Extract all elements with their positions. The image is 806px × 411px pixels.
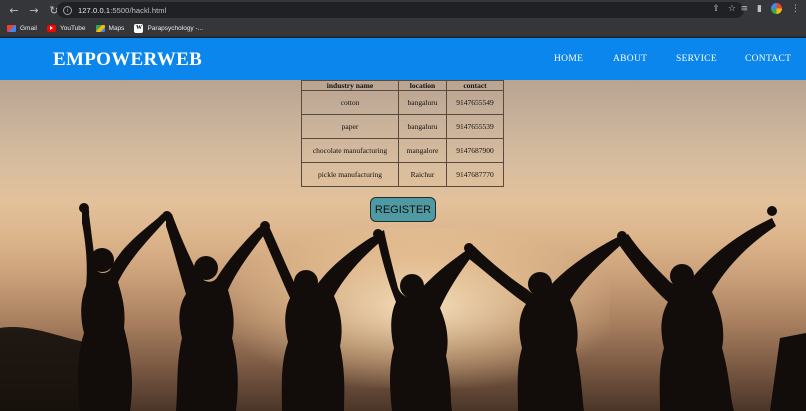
register-button[interactable]: REGISTER [370,197,436,222]
column-header-contact: contact [446,80,504,91]
bookmark-gmail[interactable]: Gmail [7,24,37,32]
nav-home-link[interactable]: HOME [554,54,583,64]
table-header-row: industry name location contact [301,80,504,91]
menu-kebab-icon[interactable]: ⋮ [791,4,800,14]
bookmark-maps[interactable]: Maps [95,24,125,32]
cell-industry-name: paper [301,114,399,139]
table-row: pickle manufacturing Raichur 9147687770 [301,162,504,187]
cell-industry-name: cotton [301,90,399,115]
bookmark-youtube[interactable]: YouTube [46,24,86,32]
bookmark-label: YouTube [59,24,86,32]
profile-avatar[interactable] [771,3,782,14]
cell-location: Raichur [398,162,447,187]
gmail-icon [7,24,16,32]
url-path: :5500/hackl.html [110,5,167,15]
cell-location: bangaluru [398,90,447,115]
bookmark-label: Parapsychology -... [147,24,204,32]
cell-industry-name: pickle manufacturing [301,162,399,187]
cell-contact: 9147655549 [446,90,504,115]
url-host: 127.0.0.1 [78,5,111,15]
web-page: EMPOWERWEB HOME ABOUT SERVICE CONTACT in… [0,38,806,411]
cell-location: bangaluru [398,114,447,139]
bookmarks-bar: Gmail YouTube Maps W Parapsychology -... [0,20,806,37]
bookmark-label: Gmail [20,24,37,32]
bookmark-label: Maps [108,24,125,32]
column-header-industry-name: industry name [301,80,399,91]
address-bar[interactable]: i 127.0.0.1:5500/hackl.html ⇪ ☆ [57,2,744,18]
nav-contact-link[interactable]: CONTACT [745,54,791,64]
cell-contact: 9147655539 [446,114,504,139]
industry-table: industry name location contact cotton ba… [301,80,504,187]
table-row: paper bangaluru 9147655539 [301,114,504,139]
nav-service-link[interactable]: SERVICE [676,54,717,64]
table-row: cotton bangaluru 9147655549 [301,90,504,115]
reading-list-icon[interactable]: ≡ [741,4,749,14]
side-panel-icon[interactable]: ▮ [757,4,762,14]
bookmark-parapsychology[interactable]: W Parapsychology -... [134,23,204,33]
cell-contact: 9147687900 [446,138,504,163]
url-text: 127.0.0.1:5500/hackl.html [78,6,166,15]
cell-location: mangalore [398,138,447,163]
bookmark-star-icon[interactable]: ☆ [728,4,736,14]
wikipedia-icon: W [134,23,144,33]
column-header-location: location [398,80,447,91]
forward-arrow-icon[interactable]: → [26,2,42,18]
cell-contact: 9147687770 [446,162,504,187]
share-icon[interactable]: ⇪ [712,4,720,14]
maps-icon [95,24,105,32]
site-info-icon[interactable]: i [63,5,72,15]
cell-industry-name: chocolate manufacturing [301,138,399,163]
table-row: chocolate manufacturing mangalore 914768… [301,138,504,163]
browser-toolbar: ← → ↻ i 127.0.0.1:5500/hackl.html ⇪ ☆ ≡ … [0,0,806,20]
site-header: EMPOWERWEB HOME ABOUT SERVICE CONTACT [0,38,806,80]
nav-about-link[interactable]: ABOUT [613,54,647,64]
site-brand[interactable]: EMPOWERWEB [53,49,202,71]
youtube-icon [46,24,56,32]
back-arrow-icon[interactable]: ← [6,2,22,18]
